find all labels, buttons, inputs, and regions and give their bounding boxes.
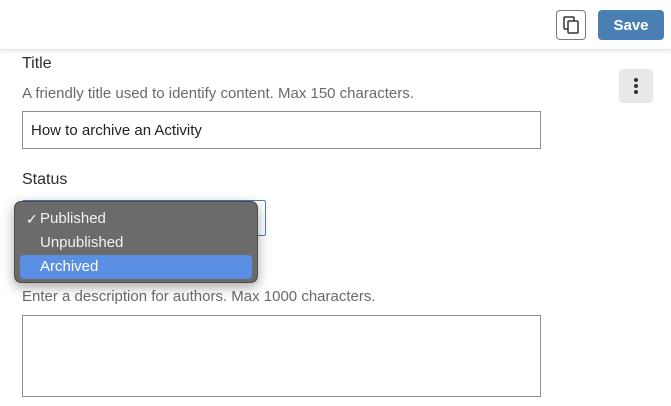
status-option-unpublished[interactable]: Unpublished: [20, 231, 252, 255]
title-help-text: A friendly title used to identify conten…: [22, 85, 414, 102]
title-label: Title: [22, 55, 52, 72]
checkmark-icon: ✓: [26, 211, 38, 227]
status-option-published[interactable]: ✓ Published: [20, 207, 252, 231]
status-option-label: Published: [40, 210, 106, 227]
status-label: Status: [22, 171, 68, 188]
status-option-archived[interactable]: Archived: [20, 255, 252, 279]
vertical-ellipsis-icon: [634, 78, 638, 94]
status-dropdown-menu: ✓ Published Unpublished Archived: [14, 201, 258, 283]
save-button[interactable]: Save: [598, 10, 664, 40]
more-options-button[interactable]: [619, 69, 653, 103]
status-option-label: Archived: [40, 258, 99, 275]
copy-icon: [563, 16, 579, 34]
top-toolbar: Save: [0, 0, 671, 50]
status-option-label: Unpublished: [40, 234, 124, 251]
description-textarea[interactable]: [22, 315, 541, 397]
copy-button[interactable]: [556, 10, 586, 40]
title-input[interactable]: How to archive an Activity: [22, 111, 541, 149]
description-help-text: Enter a description for authors. Max 100…: [22, 288, 376, 305]
